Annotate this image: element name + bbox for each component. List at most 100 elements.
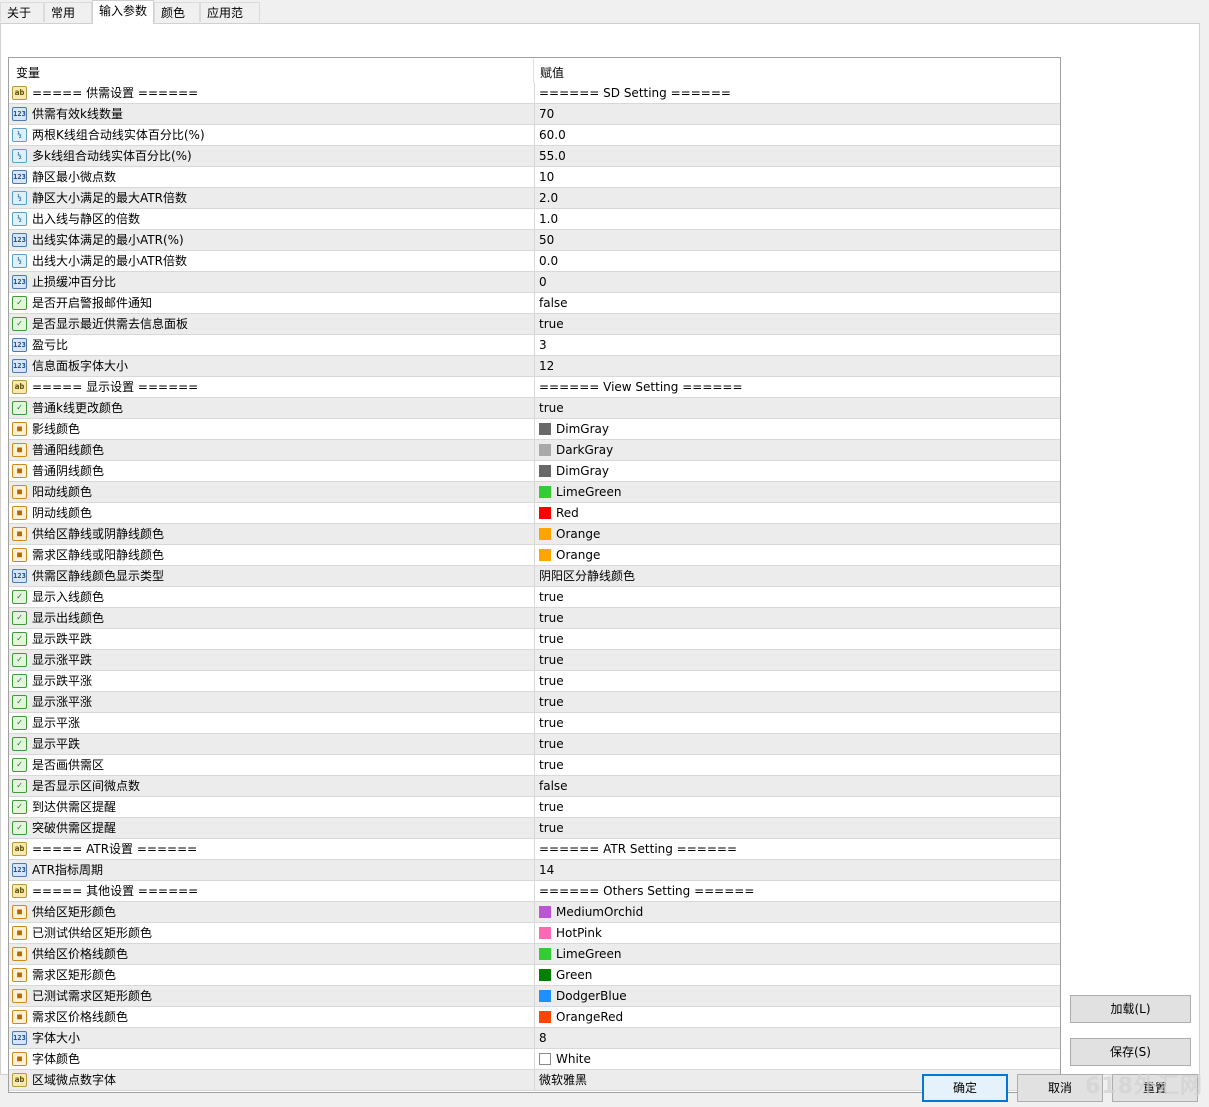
parameter-value-cell[interactable]: true: [534, 398, 1060, 418]
parameter-value[interactable]: true: [539, 629, 564, 649]
parameter-value[interactable]: 0: [539, 272, 547, 292]
parameter-value[interactable]: LimeGreen: [556, 482, 621, 502]
parameter-row[interactable]: ✓ 显示涨平涨 true: [9, 692, 1060, 713]
parameter-value-cell[interactable]: 10: [534, 167, 1060, 187]
parameter-row[interactable]: ✓ 显示出线颜色 true: [9, 608, 1060, 629]
parameter-row[interactable]: ✓ 突破供需区提醒 true: [9, 818, 1060, 839]
parameter-value-cell[interactable]: true: [534, 755, 1060, 775]
parameter-value[interactable]: White: [556, 1049, 591, 1069]
parameter-value[interactable]: true: [539, 608, 564, 628]
parameter-value-cell[interactable]: true: [534, 587, 1060, 607]
parameter-value[interactable]: 阴阳区分静线颜色: [539, 566, 635, 586]
parameter-value-cell[interactable]: false: [534, 776, 1060, 796]
parameter-value-cell[interactable]: true: [534, 608, 1060, 628]
parameter-row[interactable]: ✓ 显示平跌 true: [9, 734, 1060, 755]
parameter-row[interactable]: ■ 已测试需求区矩形颜色 DodgerBlue: [9, 986, 1060, 1007]
parameter-value-cell[interactable]: DimGray: [534, 461, 1060, 481]
parameter-row[interactable]: ■ 需求区价格线颜色 OrangeRed: [9, 1007, 1060, 1028]
parameter-value-cell[interactable]: LimeGreen: [534, 482, 1060, 502]
parameter-row[interactable]: ■ 供给区价格线颜色 LimeGreen: [9, 944, 1060, 965]
parameter-row[interactable]: 123 出线实体满足的最小ATR(%) 50: [9, 230, 1060, 251]
parameter-row[interactable]: ■ 需求区静线或阳静线颜色 Orange: [9, 545, 1060, 566]
parameter-row[interactable]: ab 区域微点数字体 微软雅黑: [9, 1070, 1060, 1091]
parameter-value[interactable]: true: [539, 692, 564, 712]
parameter-value[interactable]: 8: [539, 1028, 547, 1048]
parameter-value[interactable]: 微软雅黑: [539, 1070, 587, 1090]
parameter-value-cell[interactable]: 0: [534, 272, 1060, 292]
parameter-row[interactable]: ✓ 显示跌平涨 true: [9, 671, 1060, 692]
parameter-value[interactable]: 70: [539, 104, 554, 124]
parameter-row[interactable]: ✓ 是否开启警报邮件通知 false: [9, 293, 1060, 314]
parameter-value[interactable]: 14: [539, 860, 554, 880]
parameter-value[interactable]: MediumOrchid: [556, 902, 643, 922]
parameter-row[interactable]: 123 字体大小 8: [9, 1028, 1060, 1049]
parameter-value-cell[interactable]: OrangeRed: [534, 1007, 1060, 1027]
column-divider[interactable]: [533, 58, 534, 83]
parameter-value-cell[interactable]: ====== View Setting ======: [534, 377, 1060, 397]
parameter-value-cell[interactable]: DimGray: [534, 419, 1060, 439]
parameter-row[interactable]: ■ 需求区矩形颜色 Green: [9, 965, 1060, 986]
parameter-row[interactable]: 123 信息面板字体大小 12: [9, 356, 1060, 377]
parameter-value-cell[interactable]: true: [534, 314, 1060, 334]
parameter-value[interactable]: 10: [539, 167, 554, 187]
parameter-value-cell[interactable]: ====== Others Setting ======: [534, 881, 1060, 901]
parameter-row[interactable]: ½ 静区大小满足的最大ATR倍数 2.0: [9, 188, 1060, 209]
tab-colors[interactable]: 颜色: [154, 2, 200, 22]
ok-button[interactable]: 确定: [922, 1074, 1008, 1102]
parameter-value[interactable]: DimGray: [556, 419, 609, 439]
parameter-value[interactable]: false: [539, 293, 568, 313]
parameter-value[interactable]: true: [539, 671, 564, 691]
parameter-row[interactable]: ✓ 到达供需区提醒 true: [9, 797, 1060, 818]
parameter-value-cell[interactable]: true: [534, 629, 1060, 649]
parameter-row[interactable]: ■ 影线颜色 DimGray: [9, 419, 1060, 440]
parameter-value[interactable]: 50: [539, 230, 554, 250]
parameter-row[interactable]: ■ 字体颜色 White: [9, 1049, 1060, 1070]
parameter-value[interactable]: 3: [539, 335, 547, 355]
parameter-value-cell[interactable]: 60.0: [534, 125, 1060, 145]
parameter-value-cell[interactable]: Orange: [534, 545, 1060, 565]
parameter-value-cell[interactable]: Orange: [534, 524, 1060, 544]
parameter-row[interactable]: ✓ 是否画供需区 true: [9, 755, 1060, 776]
parameter-value-cell[interactable]: Green: [534, 965, 1060, 985]
parameter-value[interactable]: ====== SD Setting ======: [539, 83, 731, 103]
parameter-value-cell[interactable]: 8: [534, 1028, 1060, 1048]
parameter-value[interactable]: Orange: [556, 545, 600, 565]
parameter-value-cell[interactable]: White: [534, 1049, 1060, 1069]
parameter-value-cell[interactable]: LimeGreen: [534, 944, 1060, 964]
parameter-value-cell[interactable]: 阴阳区分静线颜色: [534, 566, 1060, 586]
tab-inputs[interactable]: 输入参数: [92, 0, 154, 24]
parameter-row[interactable]: ab ===== 其他设置 ====== ====== Others Setting…: [9, 881, 1060, 902]
parameter-value-cell[interactable]: 12: [534, 356, 1060, 376]
tab-visualization[interactable]: 应用范围: [200, 2, 260, 40]
parameter-value[interactable]: true: [539, 587, 564, 607]
parameter-row[interactable]: ■ 阳动线颜色 LimeGreen: [9, 482, 1060, 503]
parameter-row[interactable]: 123 盈亏比 3: [9, 335, 1060, 356]
save-button[interactable]: 保存(S): [1070, 1038, 1191, 1066]
parameter-row[interactable]: ✓ 显示跌平跌 true: [9, 629, 1060, 650]
parameter-row[interactable]: ✓ 显示入线颜色 true: [9, 587, 1060, 608]
parameter-value-cell[interactable]: 50: [534, 230, 1060, 250]
parameter-value[interactable]: 0.0: [539, 251, 558, 271]
parameter-value[interactable]: ====== Others Setting ======: [539, 881, 754, 901]
parameter-value[interactable]: Orange: [556, 524, 600, 544]
parameter-value[interactable]: LimeGreen: [556, 944, 621, 964]
parameter-value-cell[interactable]: MediumOrchid: [534, 902, 1060, 922]
parameter-value-cell[interactable]: true: [534, 734, 1060, 754]
parameter-row[interactable]: 123 ATR指标周期 14: [9, 860, 1060, 881]
parameter-value[interactable]: OrangeRed: [556, 1007, 623, 1027]
parameter-value[interactable]: true: [539, 650, 564, 670]
parameter-value[interactable]: Red: [556, 503, 579, 523]
parameter-row[interactable]: ab ===== 显示设置 ====== ====== View Setting =…: [9, 377, 1060, 398]
parameter-value[interactable]: ====== View Setting ======: [539, 377, 743, 397]
parameter-value[interactable]: false: [539, 776, 568, 796]
parameter-value-cell[interactable]: ====== ATR Setting ======: [534, 839, 1060, 859]
parameter-row[interactable]: ■ 供给区静线或阴静线颜色 Orange: [9, 524, 1060, 545]
parameter-value-cell[interactable]: true: [534, 818, 1060, 838]
parameter-value[interactable]: DodgerBlue: [556, 986, 627, 1006]
load-button[interactable]: 加载(L): [1070, 995, 1191, 1023]
parameter-value[interactable]: true: [539, 818, 564, 838]
parameter-value-cell[interactable]: Red: [534, 503, 1060, 523]
parameter-value[interactable]: true: [539, 398, 564, 418]
parameter-value-cell[interactable]: HotPink: [534, 923, 1060, 943]
parameter-value[interactable]: Green: [556, 965, 592, 985]
